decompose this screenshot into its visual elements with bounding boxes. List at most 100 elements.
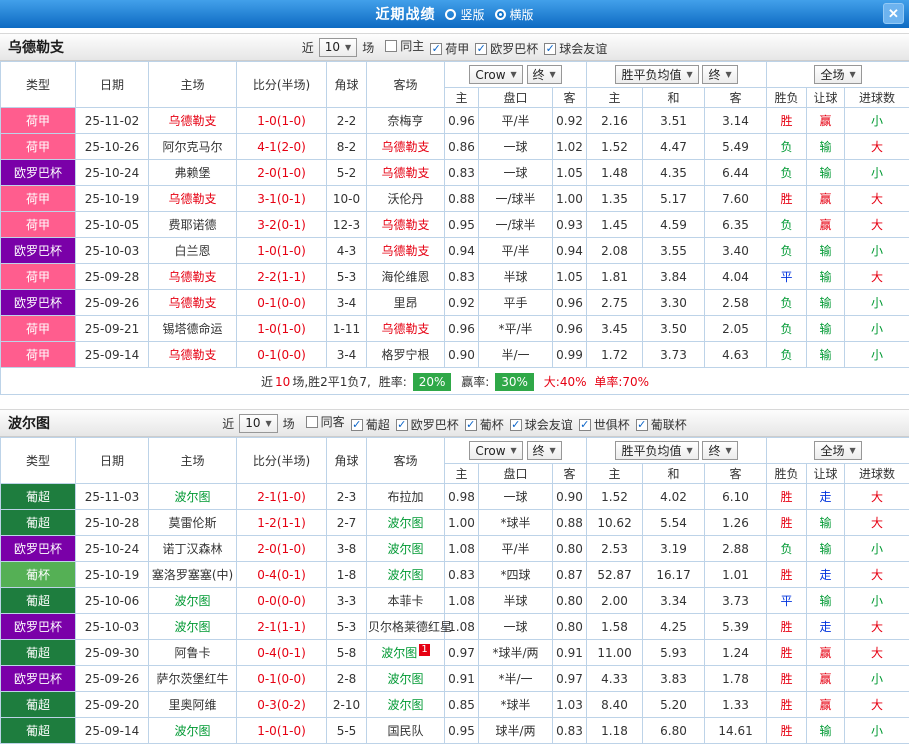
filter-checkbox-葡杯[interactable]: ✓ 葡杯 — [464, 416, 504, 433]
away-team[interactable]: 乌德勒支 — [366, 237, 445, 264]
home-team: 阿鲁卡 — [148, 639, 237, 666]
result-goals: 大 — [844, 211, 909, 238]
result-handicap: 输 — [806, 263, 846, 290]
sub-header-eu-draw: 和 — [642, 463, 706, 484]
match-date: 25-09-30 — [75, 639, 149, 666]
away-team[interactable]: 波尔图 — [366, 691, 445, 718]
away-team[interactable]: 乌德勒支 — [366, 133, 445, 160]
corner-score: 3-8 — [326, 535, 367, 562]
odds-type-select[interactable]: 胜平负均值 ▼ — [615, 441, 699, 460]
bookmaker-select[interactable]: Crow ▼ — [469, 65, 523, 84]
away-team: 里昂 — [366, 289, 445, 316]
league-badge: 葡超 — [0, 483, 76, 510]
odds-final-select[interactable]: 终 ▼ — [702, 441, 738, 460]
ah-away-odds: 0.88 — [551, 509, 588, 536]
filter-checkbox-荷甲[interactable]: ✓ 荷甲 — [430, 40, 469, 57]
recent-count-select[interactable]: 10 ▼ — [318, 37, 358, 57]
match-row: 欧罗巴杯 25-10-24 诺丁汉森林 2-0(1-0) 3-8 波尔图 1.08 平/半 0.… — [0, 535, 909, 562]
handicap-final-select[interactable]: 终 ▼ — [526, 441, 562, 460]
result-goals: 小 — [844, 341, 909, 368]
filter-checkbox-球会友谊[interactable]: ✓ 球会友谊 — [544, 40, 607, 57]
away-team[interactable]: 乌德勒支 — [366, 159, 445, 186]
ah-away-odds: 1.03 — [551, 691, 588, 718]
filter-checkbox-世俱杯[interactable]: ✓ 世俱杯 — [578, 416, 630, 433]
home-team[interactable]: 乌德勒支 — [148, 263, 237, 290]
scope-select[interactable]: 全场 ▼ — [814, 65, 862, 84]
match-date: 25-10-24 — [75, 535, 149, 562]
ah-away-odds: 0.96 — [551, 289, 588, 316]
result-wdl: 胜 — [766, 613, 808, 640]
match-date: 25-10-05 — [75, 211, 149, 238]
window-title: 近期战绩 — [375, 7, 436, 23]
scope-value: 全场 — [820, 68, 845, 82]
match-date: 25-09-21 — [75, 315, 149, 342]
filter-checkbox-球会友谊[interactable]: ✓ 球会友谊 — [509, 416, 573, 433]
score: 2-2(1-1) — [236, 263, 327, 290]
away-team[interactable]: 波尔图 1 — [366, 639, 445, 666]
col-header-score: 比分(半场) — [236, 437, 327, 484]
scope-select[interactable]: 全场 ▼ — [814, 441, 862, 460]
radio-horizontal-layout[interactable]: 横版 — [494, 6, 534, 23]
result-wdl: 胜 — [766, 717, 808, 744]
match-date: 25-09-26 — [75, 665, 149, 692]
odds-final-select[interactable]: 终 ▼ — [702, 65, 738, 84]
filter-checkbox-同客[interactable]: 同客 — [305, 413, 345, 430]
close-button[interactable]: ✕ — [883, 3, 904, 24]
home-team[interactable]: 波尔图 — [148, 717, 237, 744]
eu-away-odds: 3.73 — [704, 587, 768, 614]
home-team[interactable]: 乌德勒支 — [148, 289, 237, 316]
ah-home-odds: 0.90 — [444, 341, 479, 368]
red-card-badge: 1 — [419, 644, 430, 656]
away-team[interactable]: 乌德勒支 — [366, 211, 445, 238]
result-wdl: 平 — [766, 263, 808, 290]
match-date: 25-10-28 — [75, 509, 149, 536]
sub-header-ah-away: 客 — [551, 87, 588, 108]
filter-checkbox-葡联杯[interactable]: ✓ 葡联杯 — [635, 416, 687, 433]
odds-final-value: 终 — [708, 444, 721, 458]
home-team[interactable]: 乌德勒支 — [148, 341, 237, 368]
filter-checkbox-同主[interactable]: 同主 — [385, 37, 424, 54]
corner-score: 2-8 — [326, 665, 367, 692]
home-team[interactable]: 波尔图 — [148, 613, 237, 640]
home-team[interactable]: 波尔图 — [148, 587, 237, 614]
eu-away-odds: 4.63 — [704, 341, 768, 368]
eu-draw-odds: 3.51 — [642, 107, 706, 134]
sub-header-ah-line: 盘口 — [478, 463, 553, 484]
recent-count-select[interactable]: 10 ▼ — [239, 413, 278, 433]
games-label: 场 — [282, 416, 295, 431]
filter-checkbox-欧罗巴杯[interactable]: ✓ 欧罗巴杯 — [395, 416, 459, 433]
home-team[interactable]: 乌德勒支 — [148, 107, 237, 134]
chevron-down-icon: ▼ — [686, 446, 693, 455]
away-team[interactable]: 波尔图 — [366, 665, 445, 692]
match-row: 荷甲 25-09-14 乌德勒支 0-1(0-0) 3-4 格罗宁根 0.90 半/一 0.99… — [0, 341, 909, 368]
corner-score: 3-4 — [326, 289, 367, 316]
home-team: 塞洛罗塞塞(中) — [148, 561, 237, 588]
filter-checkbox-欧罗巴杯[interactable]: ✓ 欧罗巴杯 — [475, 40, 538, 57]
eu-draw-odds: 3.84 — [642, 263, 706, 290]
bookmaker-select[interactable]: Crow ▼ — [469, 441, 523, 460]
result-goals: 小 — [844, 237, 909, 264]
home-team[interactable]: 乌德勒支 — [148, 185, 237, 212]
result-handicap: 赢 — [806, 211, 846, 238]
odds-type-select[interactable]: 胜平负均值 ▼ — [615, 65, 699, 84]
away-team[interactable]: 波尔图 — [366, 509, 445, 536]
home-team[interactable]: 波尔图 — [148, 483, 237, 510]
handicap-final-select[interactable]: 终 ▼ — [526, 65, 562, 84]
checkbox-checked-icon: ✓ — [350, 417, 363, 431]
away-team[interactable]: 波尔图 — [366, 561, 445, 588]
result-handicap: 输 — [806, 587, 846, 614]
chevron-down-icon: ▼ — [849, 70, 856, 79]
eu-home-odds: 1.52 — [586, 483, 644, 510]
away-team[interactable]: 波尔图 — [366, 535, 445, 562]
result-handicap: 走 — [806, 561, 846, 588]
corner-score: 2-10 — [326, 691, 367, 718]
result-wdl: 负 — [766, 211, 808, 238]
corner-score: 1-11 — [326, 315, 367, 342]
ah-home-odds: 0.83 — [444, 159, 479, 186]
section-utrecht: 乌德勒支 近 10 ▼ 场 同主 ✓ 荷甲 ✓ 欧罗巴杯 ✓ 球会友谊 类型 日期 主场 比… — [0, 33, 909, 395]
filter-checkbox-葡超[interactable]: ✓ 葡超 — [350, 416, 390, 433]
away-team[interactable]: 乌德勒支 — [366, 315, 445, 342]
eu-home-odds: 1.58 — [586, 613, 644, 640]
radio-vertical-layout[interactable]: 竖版 — [445, 6, 485, 23]
eu-home-odds: 1.81 — [586, 263, 644, 290]
